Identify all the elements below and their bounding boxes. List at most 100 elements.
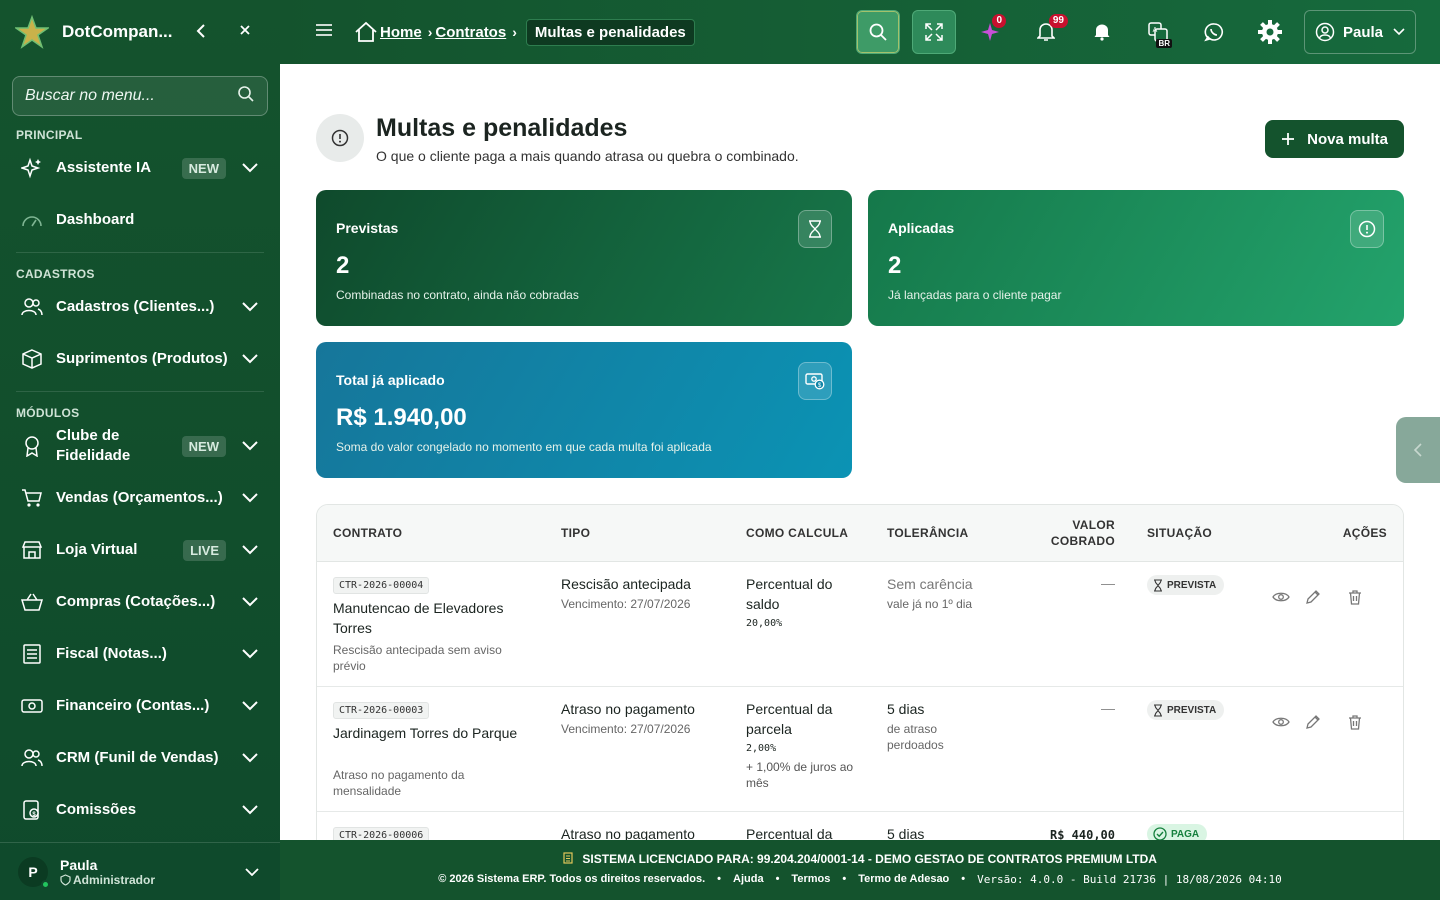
commission-icon: $: [20, 798, 44, 822]
new-penalty-button[interactable]: Nova multa: [1265, 120, 1404, 158]
contract-desc: Rescisão antecipada sem aviso prévio: [333, 643, 502, 673]
whatsapp-button[interactable]: [1192, 10, 1236, 54]
stat-card-aplicadas: Aplicadas 2 Já lançadas para o cliente p…: [868, 190, 1404, 326]
col-valor-line1: VALOR: [1072, 518, 1115, 532]
close-icon[interactable]: [234, 23, 256, 41]
alerts-button[interactable]: [1080, 10, 1124, 54]
chevron-down-icon[interactable]: [240, 592, 260, 612]
nav-item-vendas[interactable]: Vendas (Orçamentos...): [0, 472, 280, 524]
topbar-actions: 0 99 A BR Paula: [856, 0, 1440, 64]
hamburger-menu-icon[interactable]: [316, 23, 336, 42]
alert-circle-icon: [1350, 210, 1384, 248]
breadcrumb-separator: ›: [512, 24, 517, 40]
pencil-icon[interactable]: [1304, 588, 1322, 606]
basket-icon: [20, 590, 44, 614]
eye-icon[interactable]: [1272, 713, 1290, 731]
table-row[interactable]: CTR-2026-00003 Jardinagem Torres do Parq…: [317, 687, 1403, 812]
users-icon: [20, 295, 44, 319]
charged-value: —: [1101, 575, 1115, 591]
user-menu-button[interactable]: Paula: [1304, 10, 1416, 54]
new-badge: NEW: [181, 157, 226, 179]
table-row[interactable]: CTR-2026-00006 Atraso no pagamento Perce…: [317, 812, 1403, 840]
footer-links: © 2026 Sistema ERP. Todos os direitos re…: [280, 873, 1440, 886]
nav-label: Comissões: [56, 801, 137, 818]
sidebar-user[interactable]: P Paula Administrador: [0, 842, 280, 900]
charged-value: —: [1101, 700, 1115, 716]
contract-name[interactable]: Manutencao de Elevadores Torres: [333, 598, 533, 638]
translate-button[interactable]: A BR: [1136, 10, 1180, 54]
chevron-down-icon[interactable]: [240, 297, 260, 317]
home-icon[interactable]: [354, 21, 378, 43]
status-label: PREVISTA: [1167, 704, 1217, 716]
menu-search-input[interactable]: Buscar no menu...: [12, 76, 268, 116]
nav-item-assistente-ia[interactable]: Assistente IA NEW: [0, 142, 280, 194]
chevron-down-icon[interactable]: [240, 748, 260, 768]
notification-count-badge: 99: [1048, 14, 1068, 28]
sidebar: DotCompan... Buscar no menu... PRINCIPAL…: [0, 0, 280, 900]
new-badge: NEW: [181, 435, 226, 457]
nav-item-fiscal[interactable]: Fiscal (Notas...): [0, 628, 280, 680]
nav-item-crm[interactable]: CRM (Funil de Vendas): [0, 732, 280, 784]
trash-icon[interactable]: [1346, 713, 1364, 731]
nav-item-clube-fidelidade[interactable]: Clube de Fidelidade NEW: [0, 420, 280, 472]
nav-item-cadastros[interactable]: Cadastros (Clientes...): [0, 281, 280, 333]
eye-icon[interactable]: [1272, 588, 1290, 606]
main-content: Multas e penalidades O que o cliente pag…: [280, 64, 1440, 840]
chevron-down-icon[interactable]: [240, 436, 260, 456]
contract-code: CTR-2026-00003: [333, 702, 430, 719]
chevron-down-icon[interactable]: [240, 644, 260, 664]
box-icon: [20, 347, 44, 371]
col-valor-line2: COBRADO: [1050, 534, 1115, 548]
table-row[interactable]: CTR-2026-00004 Manutencao de Elevadores …: [317, 562, 1403, 687]
global-search-button[interactable]: [856, 10, 900, 54]
avatar: P: [18, 856, 50, 889]
stat-value: R$ 1.940,00: [336, 404, 467, 431]
tolerance: Sem carência: [887, 576, 973, 592]
footer-link-termos[interactable]: Termos: [791, 873, 830, 886]
footer-link-termo-adesao[interactable]: Termo de Adesao: [858, 873, 949, 886]
chevron-down-icon[interactable]: [240, 158, 260, 178]
col-situacao: SITUAÇÃO: [1147, 526, 1213, 540]
divider: [16, 252, 264, 253]
settings-button[interactable]: [1248, 10, 1292, 54]
breadcrumb-home[interactable]: Home: [380, 24, 422, 41]
collapse-sidebar-icon[interactable]: [190, 22, 212, 43]
nav-item-dashboard[interactable]: Dashboard: [0, 194, 280, 246]
nav-item-comissoes[interactable]: $ Comissões: [0, 784, 280, 836]
footer-bullet: •: [961, 873, 966, 885]
chevron-down-icon[interactable]: [240, 349, 260, 369]
due-date: Vencimento: 27/07/2026: [561, 597, 691, 611]
chevron-down-icon[interactable]: [240, 696, 260, 716]
contract-name[interactable]: Jardinagem Torres do Parque: [333, 723, 533, 743]
breadcrumb-contratos[interactable]: Contratos: [435, 24, 506, 41]
calc-value: 2,00%: [746, 743, 777, 754]
page-title: Multas e penalidades: [376, 114, 628, 142]
gear-icon: [1258, 20, 1282, 44]
notifications-button[interactable]: 99: [1024, 10, 1068, 54]
stat-desc: Combinadas no contrato, ainda não cobrad…: [336, 288, 579, 302]
nav-item-loja-virtual[interactable]: Loja Virtual LIVE: [0, 524, 280, 576]
side-panel-toggle[interactable]: [1396, 417, 1440, 483]
calc-value: 20,00%: [746, 618, 783, 629]
charged-value: R$ 440,00: [1049, 828, 1115, 840]
chevron-down-icon[interactable]: [240, 540, 260, 560]
chevron-down-icon[interactable]: [242, 862, 262, 882]
footer-bullet: •: [775, 873, 780, 885]
status-label: PREVISTA: [1167, 579, 1217, 591]
chevron-down-icon[interactable]: [240, 488, 260, 508]
col-contrato: CONTRATO: [333, 526, 403, 540]
plus-icon: [1282, 133, 1295, 145]
nav-item-compras[interactable]: Compras (Cotações...): [0, 576, 280, 628]
ai-sparkle-button[interactable]: 0: [968, 10, 1012, 54]
sparkle-count-badge: 0: [992, 14, 1006, 28]
cash-icon: [20, 694, 44, 718]
fullscreen-button[interactable]: [912, 10, 956, 54]
chevron-down-icon[interactable]: [240, 800, 260, 820]
trash-icon[interactable]: [1346, 588, 1364, 606]
nav-item-suprimentos[interactable]: Suprimentos (Produtos): [0, 333, 280, 385]
footer-link-ajuda[interactable]: Ajuda: [733, 873, 764, 886]
stat-card-total-aplicado: Total já aplicado R$ 1.940,00 Soma do va…: [316, 342, 852, 478]
nav-item-financeiro[interactable]: Financeiro (Contas...): [0, 680, 280, 732]
calc-method: Percentual do saldo: [746, 576, 833, 612]
pencil-icon[interactable]: [1304, 713, 1322, 731]
